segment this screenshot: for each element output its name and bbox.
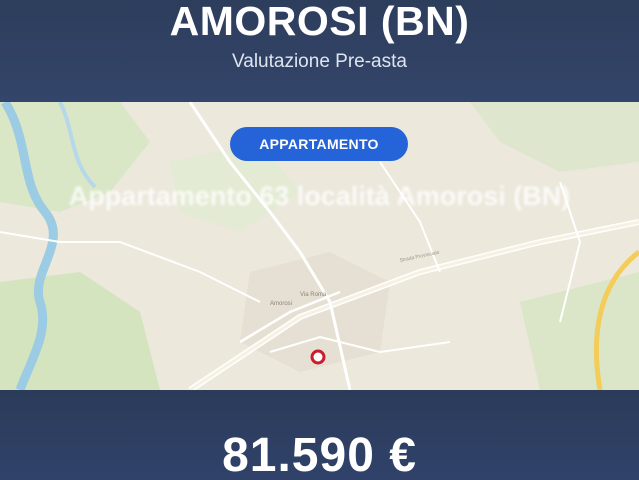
property-type-badge: APPARTAMENTO <box>230 127 408 161</box>
location-marker-icon[interactable] <box>309 348 327 366</box>
page-title: AMOROSI (BN) <box>169 0 470 44</box>
page-subtitle: Valutazione Pre-asta <box>232 51 407 72</box>
svg-text:Via Roma: Via Roma <box>300 292 327 298</box>
map-town-label: Amorosi <box>270 301 292 307</box>
header-banner: AMOROSI (BN) Valutazione Pre-asta <box>0 0 639 102</box>
property-price: 81.590 € <box>222 429 417 480</box>
price-banner: 81.590 € <box>0 390 639 480</box>
property-address: Appartamento 63 località Amorosi (BN) <box>68 181 571 211</box>
